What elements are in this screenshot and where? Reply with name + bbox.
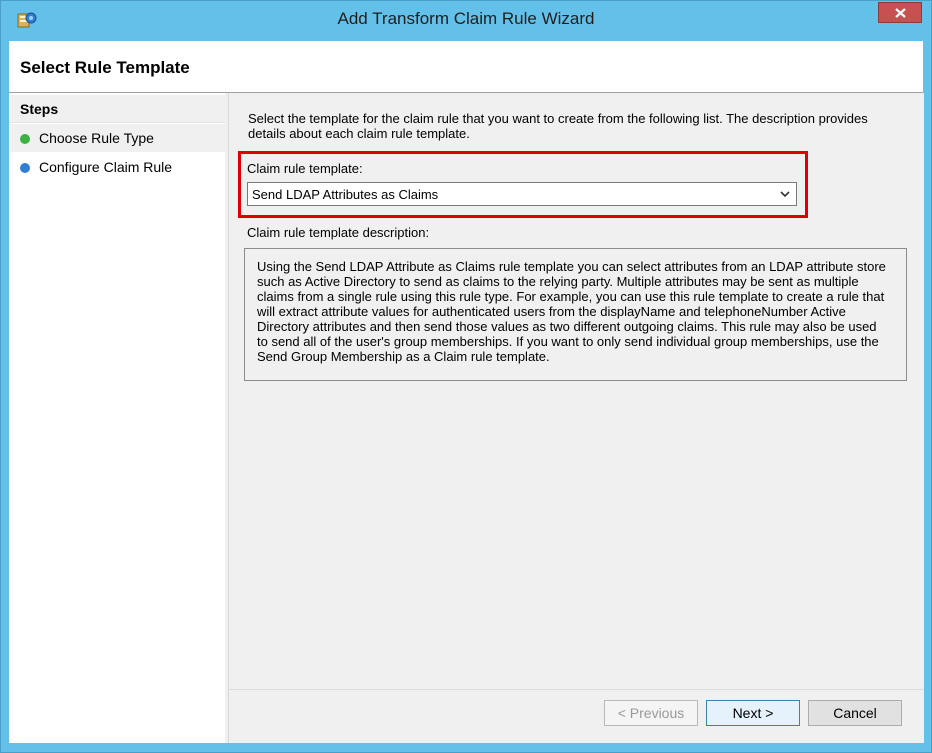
step-label: Choose Rule Type (39, 130, 154, 146)
cancel-button[interactable]: Cancel (808, 700, 902, 726)
intro-text: Select the template for the claim rule t… (248, 111, 868, 141)
page-header: Select Rule Template (9, 41, 923, 93)
next-button[interactable]: Next > (706, 700, 800, 726)
step-current-icon (20, 163, 30, 173)
previous-button[interactable]: < Previous (604, 700, 698, 726)
title-bar[interactable]: Add Transform Claim Rule Wizard (1, 1, 931, 41)
step-configure-claim-rule[interactable]: Configure Claim Rule (9, 153, 225, 181)
step-choose-rule-type[interactable]: Choose Rule Type (9, 124, 225, 152)
step-completed-icon (20, 134, 30, 144)
claim-rule-template-dropdown[interactable]: Send LDAP Attributes as Claims (247, 182, 797, 206)
step-label: Configure Claim Rule (39, 159, 173, 175)
dropdown-selected-value: Send LDAP Attributes as Claims (252, 187, 439, 202)
steps-panel: Steps Choose Rule Type Configure Claim R… (9, 93, 225, 743)
wizard-client-area: Select Rule Template Steps Choose Rule T… (9, 41, 924, 743)
steps-heading-label: Steps (20, 101, 59, 117)
description-box: Using the Send LDAP Attribute as Claims … (244, 248, 907, 381)
chevron-down-icon (780, 191, 790, 198)
description-label: Claim rule template description: (247, 225, 430, 240)
close-icon (895, 8, 906, 18)
wizard-window: Add Transform Claim Rule Wizard Select R… (0, 0, 932, 753)
footer-divider (229, 689, 924, 690)
window-title: Add Transform Claim Rule Wizard (337, 9, 595, 28)
main-panel: Select the template for the claim rule t… (228, 93, 924, 743)
description-text: Using the Send LDAP Attribute as Claims … (257, 259, 886, 364)
page-title: Select Rule Template (20, 58, 190, 77)
steps-heading: Steps (9, 95, 225, 123)
close-button[interactable] (878, 2, 922, 23)
